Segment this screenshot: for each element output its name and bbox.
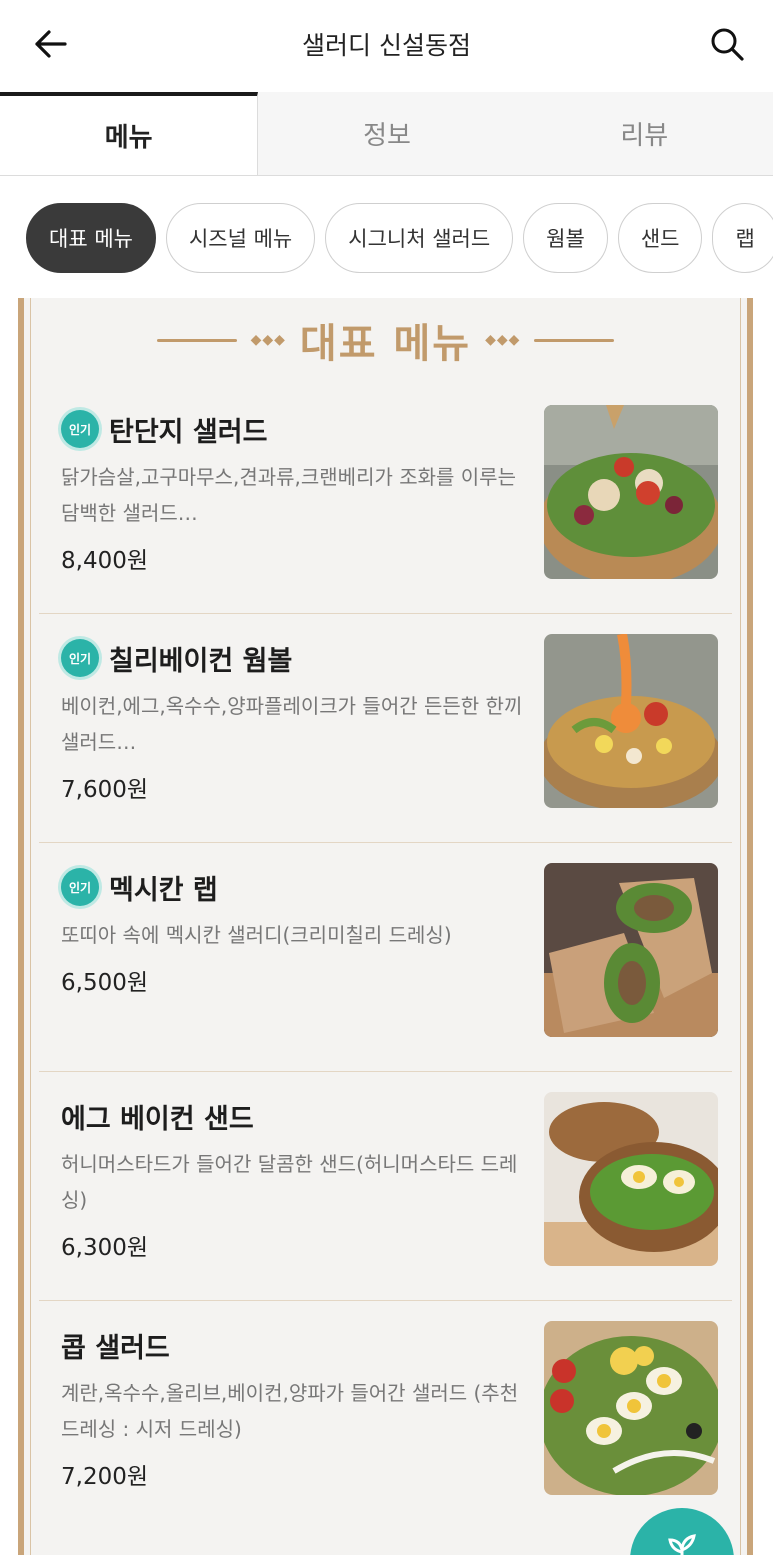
section-header: ◆◆◆ 대표 메뉴 ◆◆◆ — [31, 312, 740, 368]
diamond-ornament-icon: ◆◆◆ — [250, 332, 286, 348]
menu-item-price: 8,400원 — [61, 548, 149, 574]
menu-item-name-row: 에그 베이컨 샌드 — [61, 1094, 531, 1138]
tab-menu[interactable]: 메뉴 — [0, 92, 259, 175]
menu-item-name-row: 인기 탄단지 샐러드 — [61, 407, 531, 451]
menu-item-text: 콥 샐러드 계란,옥수수,올리브,베이컨,양파가 들어간 샐러드 (추천드레싱 … — [61, 1323, 531, 1491]
menu-item-price: 7,200원 — [61, 1464, 149, 1490]
menu-item[interactable]: 콥 샐러드 계란,옥수수,올리브,베이컨,양파가 들어간 샐러드 (추천드레싱 … — [39, 1301, 732, 1530]
chip-signature-menu[interactable]: 대표 메뉴 — [26, 203, 156, 273]
sprout-icon — [668, 1534, 696, 1555]
popular-badge: 인기 — [61, 868, 99, 906]
tab-info[interactable]: 정보 — [258, 92, 515, 175]
menu-item[interactable]: 인기 칠리베이컨 웜볼 베이컨,에그,옥수수,양파플레이크가 들어간 든든한 한… — [39, 614, 732, 843]
menu-item-text: 에그 베이컨 샌드 허니머스타드가 들어간 달콤한 샌드(허니머스타드 드레싱)… — [61, 1094, 531, 1262]
menu-item-name: 칠리베이컨 웜볼 — [109, 645, 293, 677]
section-title: 대표 메뉴 — [299, 321, 472, 367]
chip-sand[interactable]: 샌드 — [617, 203, 703, 273]
menu-item-price: 7,600원 — [61, 777, 149, 803]
menu-item-price: 6,500원 — [61, 970, 149, 996]
menu-item-text: 인기 멕시칸 랩 또띠아 속에 멕시칸 샐러디(크리미칠리 드레싱) 6,500… — [61, 865, 531, 997]
menu-board: ◆◆◆ 대표 메뉴 ◆◆◆ 인기 탄단지 샐러드 닭가슴살,고구마무스,견과류,… — [18, 298, 753, 1555]
menu-item-name-row: 인기 멕시칸 랩 — [61, 865, 531, 909]
menu-item[interactable]: 에그 베이컨 샌드 허니머스타드가 들어간 달콤한 샌드(허니머스타드 드레싱)… — [39, 1072, 732, 1301]
top-bar: 샐러디 신설동점 — [0, 0, 773, 90]
category-chips: 대표 메뉴 시즈널 메뉴 시그니처 샐러드 웜볼 샌드 랩 — [26, 203, 773, 273]
cobb-salad-image — [544, 1321, 718, 1495]
menu-item[interactable]: 인기 탄단지 샐러드 닭가슴살,고구마무스,견과류,크랜베리가 조화를 이루는 … — [39, 385, 732, 614]
menu-list: 인기 탄단지 샐러드 닭가슴살,고구마무스,견과류,크랜베리가 조화를 이루는 … — [39, 385, 732, 1530]
menu-item-name: 멕시칸 랩 — [109, 874, 218, 906]
menu-item-description: 베이컨,에그,옥수수,양파플레이크가 들어간 든든한 한끼 샐러드… — [61, 694, 523, 754]
menu-item-name-row: 인기 칠리베이컨 웜볼 — [61, 636, 531, 680]
popular-badge: 인기 — [61, 639, 99, 677]
diamond-ornament-icon: ◆◆◆ — [485, 332, 521, 348]
salad-bowl-image — [544, 405, 718, 579]
store-title: 샐러디 신설동점 — [302, 31, 471, 60]
menu-board-inner: ◆◆◆ 대표 메뉴 ◆◆◆ 인기 탄단지 샐러드 닭가슴살,고구마무스,견과류,… — [30, 298, 741, 1555]
menu-item-name: 콥 샐러드 — [61, 1332, 170, 1364]
menu-item-text: 인기 탄단지 샐러드 닭가슴살,고구마무스,견과류,크랜베리가 조화를 이루는 … — [61, 407, 531, 575]
chip-signature-salad[interactable]: 시그니처 샐러드 — [325, 203, 514, 273]
search-icon — [711, 28, 744, 61]
menu-item-text: 인기 칠리베이컨 웜볼 베이컨,에그,옥수수,양파플레이크가 들어간 든든한 한… — [61, 636, 531, 804]
menu-item[interactable]: 인기 멕시칸 랩 또띠아 속에 멕시칸 샐러디(크리미칠리 드레싱) 6,500… — [39, 843, 732, 1072]
menu-item-price: 6,300원 — [61, 1235, 149, 1261]
menu-item-name-row: 콥 샐러드 — [61, 1323, 531, 1367]
menu-item-description: 닭가슴살,고구마무스,견과류,크랜베리가 조화를 이루는 담백한 샐러드… — [61, 465, 516, 525]
menu-item-name: 탄단지 샐러드 — [109, 416, 268, 448]
warm-bowl-image — [544, 634, 718, 808]
tab-reviews[interactable]: 리뷰 — [516, 92, 773, 175]
menu-item-description: 계란,옥수수,올리브,베이컨,양파가 들어간 샐러드 (추천드레싱 : 시저 드… — [61, 1381, 519, 1441]
menu-item-name: 에그 베이컨 샌드 — [61, 1103, 254, 1135]
decorative-line — [156, 338, 237, 342]
chip-warm-bowl[interactable]: 웜볼 — [523, 203, 608, 273]
chip-wrap[interactable]: 랩 — [712, 203, 773, 273]
decorative-line — [534, 338, 615, 342]
search-button[interactable] — [705, 22, 749, 66]
wrap-image — [544, 863, 718, 1037]
menu-item-description: 허니머스타드가 들어간 달콤한 샌드(허니머스타드 드레싱) — [61, 1152, 518, 1212]
sandwich-image — [544, 1092, 718, 1266]
store-tabs: 메뉴 정보 리뷰 — [0, 92, 773, 176]
menu-item-description: 또띠아 속에 멕시칸 샐러디(크리미칠리 드레싱) — [61, 923, 452, 947]
chip-seasonal-menu[interactable]: 시즈널 메뉴 — [165, 203, 316, 273]
popular-badge: 인기 — [61, 410, 99, 448]
